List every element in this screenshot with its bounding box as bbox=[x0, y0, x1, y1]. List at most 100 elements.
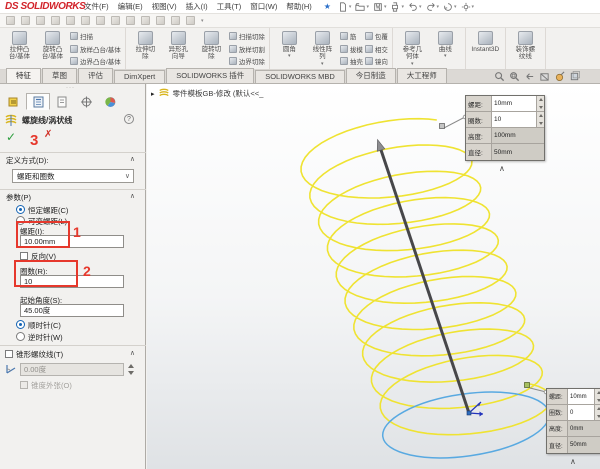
macro-icon[interactable] bbox=[81, 16, 90, 25]
macro-icon[interactable] bbox=[126, 16, 135, 25]
spinner-down-icon[interactable] bbox=[539, 122, 543, 125]
macro-icon[interactable] bbox=[51, 16, 60, 25]
menu-item[interactable]: 编辑(E) bbox=[118, 1, 143, 12]
zoom-fit-icon[interactable] bbox=[494, 71, 505, 82]
callout-spinner[interactable] bbox=[594, 405, 600, 420]
tab-propertymanager[interactable] bbox=[26, 93, 50, 110]
ribbon-big-button[interactable]: 旋转凸 台/基体 bbox=[36, 29, 69, 68]
counterclockwise-radio[interactable] bbox=[16, 332, 25, 341]
taper-angle-spinner[interactable] bbox=[126, 363, 135, 376]
ribbon-big-button[interactable]: 圆角▾ bbox=[273, 29, 306, 68]
print-button[interactable]: ▾ bbox=[389, 2, 405, 12]
ribbon-big-button[interactable]: 拉伸凸 台/基体 bbox=[3, 29, 36, 68]
callout-value[interactable]: 0 bbox=[568, 405, 594, 420]
helix-bottom-drag-handle[interactable] bbox=[525, 383, 530, 388]
callout-spinner[interactable] bbox=[536, 112, 544, 127]
save-button[interactable]: ▾ bbox=[372, 2, 388, 12]
callout-bottom-collapse-icon[interactable]: ∧ bbox=[570, 457, 576, 466]
ribbon-big-button[interactable]: 曲线▾ bbox=[429, 29, 462, 68]
callout-value[interactable]: 10mm bbox=[568, 389, 594, 404]
cancel-button[interactable]: ✗ bbox=[44, 129, 52, 140]
macro-icon[interactable] bbox=[186, 16, 195, 25]
spinner-up-icon[interactable] bbox=[539, 98, 543, 101]
ribbon-small-button[interactable]: 扫描 bbox=[70, 31, 121, 41]
spinner-down-icon[interactable] bbox=[597, 399, 600, 402]
start-angle-input[interactable] bbox=[20, 304, 124, 317]
appearance-icon[interactable] bbox=[554, 71, 565, 82]
defined-by-dropdown[interactable]: 螺距和圈数∨ bbox=[12, 169, 134, 183]
ok-button[interactable]: ✓ bbox=[6, 130, 16, 144]
taper-helix-checkbox[interactable] bbox=[5, 350, 13, 358]
ribbon-small-button[interactable]: 抽壳 bbox=[340, 56, 363, 66]
ribbon-small-button[interactable]: 相交 bbox=[365, 44, 388, 54]
taper-angle-input[interactable] bbox=[20, 363, 124, 376]
menu-item[interactable]: 帮助(H) bbox=[286, 1, 311, 12]
macro-icon[interactable] bbox=[6, 16, 15, 25]
redo-button[interactable]: ▾ bbox=[425, 2, 441, 12]
ribbon-tab-item[interactable]: DimXpert bbox=[114, 70, 165, 83]
ribbon-big-button[interactable]: 线性阵 列▾ bbox=[306, 29, 339, 68]
zoom-area-icon[interactable] bbox=[509, 71, 520, 82]
ribbon-small-button[interactable]: 放样切割 bbox=[229, 44, 265, 54]
menu-item[interactable]: 插入(I) bbox=[186, 1, 208, 12]
spinner-up-icon[interactable] bbox=[597, 407, 600, 410]
parameters-collapse-icon[interactable]: ∧ bbox=[130, 192, 135, 200]
ribbon-big-button[interactable]: 旋转切 除 bbox=[195, 29, 228, 68]
helix-top-drag-handle[interactable] bbox=[440, 124, 445, 129]
ribbon-tab-item[interactable]: SOLIDWORKS 插件 bbox=[166, 68, 254, 83]
ribbon-small-button[interactable]: 放样凸台/基体 bbox=[70, 44, 121, 54]
pin-icon[interactable]: ★ bbox=[324, 2, 331, 11]
menu-item[interactable]: 工具(T) bbox=[217, 1, 242, 12]
callout-spinner[interactable] bbox=[594, 389, 600, 404]
graphics-area[interactable]: ▸ 零件模板GB-修改 (默认<<_ 螺距:10mm圈数:10高度:100mm直… bbox=[147, 84, 600, 469]
ribbon-small-button[interactable]: 筋 bbox=[340, 31, 363, 41]
tab-displaymanager[interactable] bbox=[98, 93, 122, 110]
rebuild-button[interactable]: ▾ bbox=[442, 2, 458, 12]
macro-icon[interactable] bbox=[36, 16, 45, 25]
new-button[interactable]: ▾ bbox=[337, 2, 353, 12]
previous-view-icon[interactable] bbox=[524, 71, 535, 82]
ribbon-small-button[interactable]: 拔模 bbox=[340, 44, 363, 54]
ribbon-tab-item[interactable]: SOLIDWORKS MBD bbox=[255, 70, 345, 83]
tab-configurationmanager[interactable] bbox=[50, 93, 74, 110]
ribbon-small-button[interactable]: 边界切除 bbox=[229, 56, 265, 66]
taper-collapse-icon[interactable]: ∧ bbox=[130, 349, 135, 357]
section-view-icon[interactable] bbox=[539, 71, 550, 82]
callout-spinner[interactable] bbox=[536, 96, 544, 111]
tab-featuremanager[interactable] bbox=[2, 93, 26, 110]
macro-icon[interactable] bbox=[66, 16, 75, 25]
ribbon-tab-active[interactable]: 特征 bbox=[6, 68, 41, 83]
macro-icon[interactable] bbox=[171, 16, 180, 25]
ribbon-tab-item[interactable]: 评估 bbox=[78, 68, 113, 83]
spinner-down-icon[interactable] bbox=[539, 106, 543, 109]
help-icon[interactable]: ? bbox=[124, 114, 134, 124]
ribbon-big-button[interactable]: 拉伸切 除 bbox=[129, 29, 162, 68]
ribbon-tab-item[interactable]: 今日制造 bbox=[346, 68, 396, 83]
ribbon-big-button[interactable]: 参考几 何体▾ bbox=[396, 29, 429, 68]
macro-icon[interactable] bbox=[111, 16, 120, 25]
ribbon-big-button[interactable]: Instant3D bbox=[469, 29, 502, 68]
ribbon-big-button[interactable]: 装饰螺 纹线 bbox=[509, 29, 542, 68]
undo-button[interactable]: ▾ bbox=[407, 2, 423, 12]
open-button[interactable]: ▾ bbox=[354, 2, 370, 12]
ribbon-big-button[interactable]: 异形孔 向导 bbox=[162, 29, 195, 68]
ribbon-small-button[interactable]: 扫描切除 bbox=[229, 31, 265, 41]
callout-value[interactable]: 10 bbox=[492, 112, 536, 127]
macro-icon[interactable] bbox=[141, 16, 150, 25]
reverse-checkbox[interactable] bbox=[20, 252, 28, 260]
macro-icon[interactable] bbox=[96, 16, 105, 25]
spinner-up-icon[interactable] bbox=[539, 114, 543, 117]
panel-grip[interactable]: ··· bbox=[66, 85, 75, 91]
ribbon-small-button[interactable]: 边界凸台/基体 bbox=[70, 56, 121, 66]
options-button[interactable]: ▾ bbox=[460, 2, 476, 12]
callout-top-collapse-icon[interactable]: ∧ bbox=[499, 164, 505, 173]
dropdown-caret-icon[interactable]: ▾ bbox=[201, 18, 204, 24]
clockwise-radio[interactable] bbox=[16, 320, 25, 329]
spinner-up-icon[interactable] bbox=[597, 391, 600, 394]
spinner-down-icon[interactable] bbox=[597, 415, 600, 418]
view-settings-icon[interactable] bbox=[569, 71, 580, 82]
taper-outward-checkbox[interactable] bbox=[20, 381, 28, 389]
macro-icon[interactable] bbox=[156, 16, 165, 25]
macro-icon[interactable] bbox=[21, 16, 30, 25]
constant-pitch-radio[interactable] bbox=[16, 205, 25, 214]
